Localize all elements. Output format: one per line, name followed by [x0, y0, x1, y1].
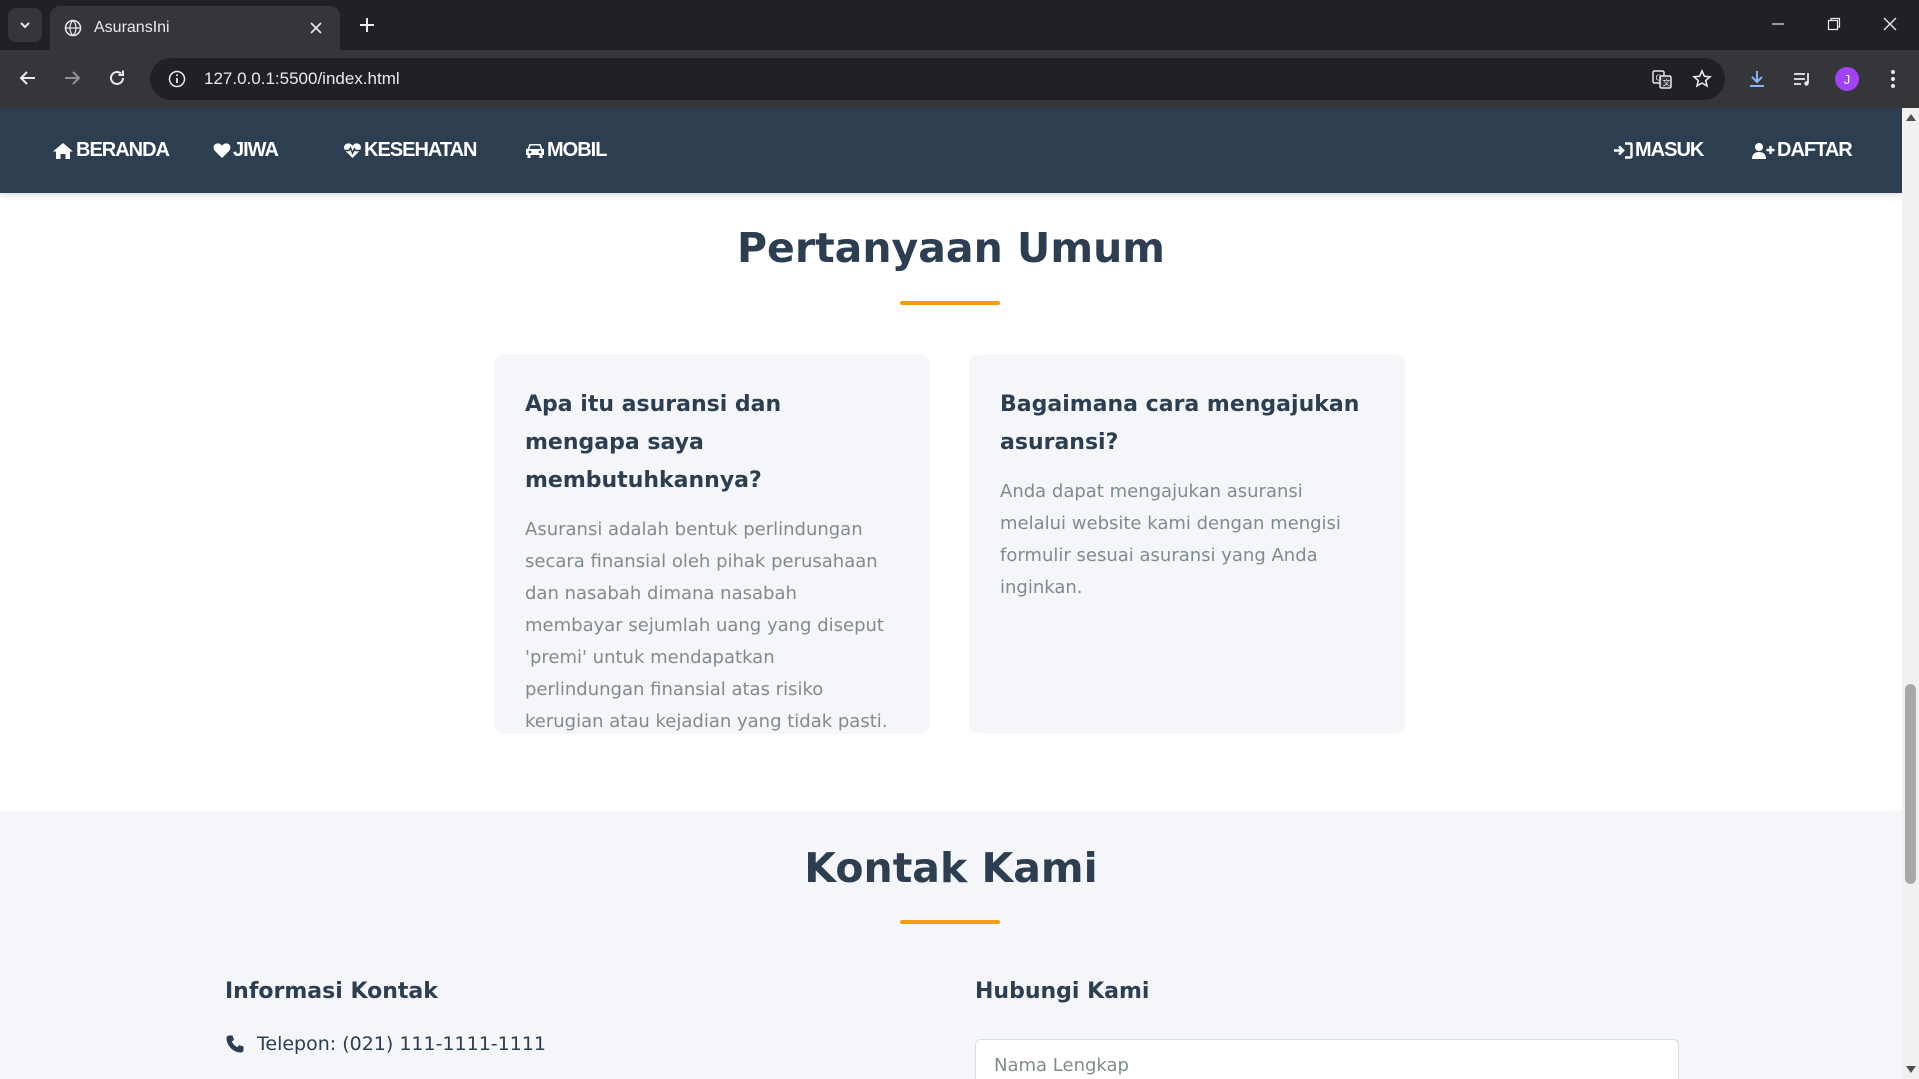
- nav-label-kesehatan: KESEHATAN: [364, 139, 477, 161]
- address-bar[interactable]: 127.0.0.1:5500/index.html G文: [150, 58, 1725, 100]
- nav-link-beranda[interactable]: BERANDA: [52, 108, 170, 193]
- contact-phone: Telepon: (021) 111-1111-1111: [225, 1033, 546, 1055]
- page-viewport: Pertanyaan Umum Apa itu asuransi dan men…: [0, 108, 1902, 1079]
- minimize-button[interactable]: [1750, 0, 1806, 48]
- scroll-down-arrow-icon[interactable]: [1906, 1066, 1916, 1073]
- scroll-up-arrow-icon[interactable]: [1906, 114, 1916, 121]
- forward-button[interactable]: [56, 62, 88, 94]
- car-icon: [526, 144, 544, 158]
- back-button[interactable]: [12, 62, 44, 94]
- svg-text:G: G: [1656, 74, 1662, 83]
- tab-search-button[interactable]: [8, 8, 42, 42]
- contact-section-title: Kontak Kami: [804, 844, 1098, 892]
- contact-form-heading: Hubungi Kami: [975, 979, 1150, 1004]
- faq-question-2: Bagaimana cara mengajukan asuransi?: [1000, 392, 1360, 455]
- nav-link-jiwa[interactable]: JIWA: [213, 108, 279, 193]
- browser-tab[interactable]: AsuransIni: [50, 6, 340, 50]
- nav-label-mobil: MOBIL: [547, 139, 607, 161]
- minimize-icon: [1772, 23, 1784, 25]
- browser-toolbar: 127.0.0.1:5500/index.html G文 J: [0, 50, 1919, 108]
- translate-icon[interactable]: G文: [1645, 62, 1679, 96]
- chevron-down-icon: [20, 22, 30, 29]
- faq-section-title: Pertanyaan Umum: [737, 224, 1165, 272]
- svg-text:文: 文: [1663, 78, 1671, 88]
- new-tab-button[interactable]: [352, 10, 382, 40]
- close-tab-icon[interactable]: [306, 18, 326, 38]
- scrollbar-thumb[interactable]: [1905, 684, 1916, 884]
- arrow-left-icon: [19, 71, 35, 85]
- sign-in-icon: [1614, 142, 1633, 159]
- faq-answer-1: Asuransi adalah bentuk perlindungan seca…: [525, 519, 888, 732]
- profile-avatar[interactable]: J: [1830, 62, 1864, 96]
- tab-title: AsuransIni: [94, 19, 170, 36]
- faq-title-underline: [900, 301, 1000, 305]
- faq-card-2: Bagaimana cara mengajukan asuransi? Anda…: [969, 354, 1405, 734]
- contact-title-underline: [900, 920, 1000, 924]
- nav-link-kesehatan[interactable]: KESEHATAN: [343, 108, 477, 193]
- faq-answer-2: Anda dapat mengajukan asuransi melalui w…: [1000, 481, 1341, 598]
- nav-link-masuk[interactable]: MASUK: [1613, 108, 1704, 193]
- nav-link-mobil[interactable]: MOBIL: [525, 108, 607, 193]
- arrow-right-icon: [65, 71, 81, 85]
- full-name-input[interactable]: [975, 1039, 1679, 1079]
- restore-button[interactable]: [1806, 0, 1862, 48]
- phone-text: Telepon: (021) 111-1111-1111: [257, 1033, 547, 1055]
- heartbeat-icon: [344, 143, 361, 158]
- nav-label-masuk: MASUK: [1635, 139, 1704, 161]
- close-window-button[interactable]: [1862, 0, 1918, 48]
- bookmark-star-icon[interactable]: [1685, 62, 1719, 96]
- nav-link-daftar[interactable]: DAFTAR: [1752, 108, 1853, 193]
- site-info-icon[interactable]: [162, 64, 192, 94]
- home-icon: [53, 142, 73, 159]
- nav-label-jiwa: JIWA: [233, 139, 279, 161]
- faq-question-1: Apa itu asuransi dan mengapa saya membut…: [525, 392, 782, 493]
- reload-button[interactable]: [101, 62, 133, 94]
- user-plus-icon: [1752, 142, 1775, 159]
- url-text[interactable]: 127.0.0.1:5500/index.html: [204, 69, 1645, 89]
- phone-icon: [226, 1035, 244, 1053]
- close-icon: [1883, 17, 1897, 31]
- site-navbar: BERANDA JIWA KESEHATAN MOBIL MASUK DAFTA…: [0, 108, 1902, 193]
- download-icon[interactable]: [1740, 62, 1774, 96]
- globe-icon: [64, 19, 82, 37]
- contact-info-heading: Informasi Kontak: [225, 979, 438, 1004]
- avatar: J: [1835, 67, 1859, 91]
- browser-tab-strip: AsuransIni: [0, 0, 1919, 50]
- plus-icon: [360, 18, 374, 32]
- media-queue-icon[interactable]: [1785, 62, 1819, 96]
- browser-menu-icon[interactable]: [1876, 62, 1910, 96]
- nav-label-daftar: DAFTAR: [1777, 139, 1853, 161]
- page-scrollbar[interactable]: [1902, 108, 1919, 1079]
- restore-icon: [1827, 17, 1841, 31]
- reload-icon: [110, 70, 124, 85]
- faq-card-1: Apa itu asuransi dan mengapa saya membut…: [494, 354, 930, 734]
- heart-icon: [213, 143, 231, 158]
- nav-label-beranda: BERANDA: [76, 139, 170, 161]
